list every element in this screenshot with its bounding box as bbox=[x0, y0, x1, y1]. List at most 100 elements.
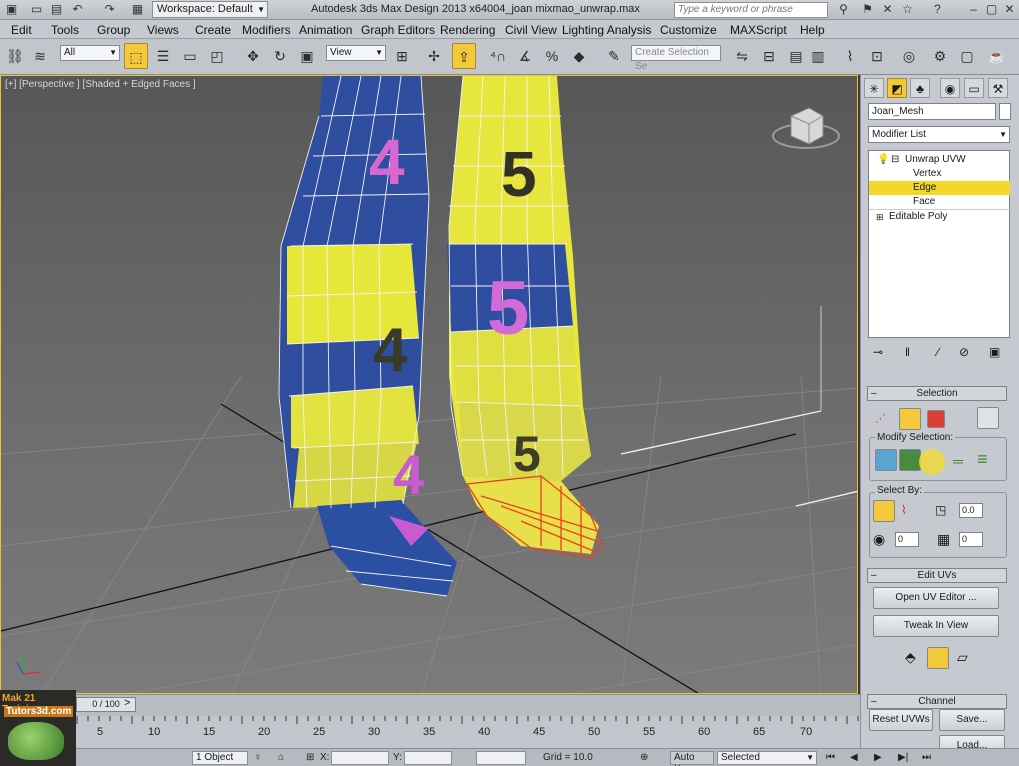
menu-help[interactable]: Help bbox=[800, 23, 825, 37]
edit-named-selection-icon[interactable]: ✎ bbox=[602, 43, 626, 69]
z-coordinate-field[interactable] bbox=[476, 751, 526, 765]
next-frame-icon[interactable]: ▶| bbox=[898, 752, 908, 763]
reset-uvws-button[interactable]: Reset UVWs bbox=[869, 709, 933, 731]
object-color-swatch[interactable] bbox=[999, 103, 1011, 120]
window-crossing-icon[interactable]: ◰ bbox=[205, 43, 229, 69]
app-menu-icon[interactable]: ▣ bbox=[4, 2, 19, 17]
material-editor-icon[interactable]: ◎ bbox=[897, 43, 921, 69]
bind-space-warp-icon[interactable]: ≋ bbox=[28, 43, 52, 69]
menu-group[interactable]: Group bbox=[97, 23, 130, 37]
go-to-start-icon[interactable]: ⏮ bbox=[826, 752, 835, 763]
next-frame-icon[interactable]: > bbox=[124, 697, 130, 709]
subscription-icon[interactable]: ⚑ bbox=[860, 2, 875, 17]
add-time-tag-icon[interactable]: ⊕ bbox=[640, 752, 648, 763]
rotate-icon[interactable]: ↻ bbox=[268, 43, 292, 69]
lightbulb-icon[interactable]: 💡 bbox=[877, 153, 889, 167]
spinner-snap-icon[interactable]: ◆ bbox=[567, 43, 591, 69]
loop-selection-icon[interactable]: ≡ bbox=[977, 449, 988, 470]
close-icon[interactable]: ✕ bbox=[1002, 2, 1017, 17]
maximize-icon[interactable]: ▢ bbox=[984, 2, 999, 17]
select-by-angle-icon[interactable]: ◳ bbox=[935, 503, 946, 517]
redo-icon[interactable]: ↷ bbox=[102, 2, 117, 17]
selection-rollout-header[interactable]: – Selection bbox=[867, 386, 1007, 401]
scale-icon[interactable]: ▣ bbox=[295, 43, 319, 69]
workspace-dropdown[interactable]: Workspace: Default ▼ bbox=[152, 1, 268, 18]
ring-selection-icon[interactable]: ═ bbox=[953, 453, 963, 469]
face-mode-icon[interactable] bbox=[927, 410, 945, 428]
quick-planar-map-icon[interactable]: ⬘ bbox=[905, 649, 916, 666]
x-coordinate-field[interactable] bbox=[331, 751, 389, 765]
key-filter-dropdown[interactable]: Selected ▼ bbox=[717, 751, 817, 765]
select-by-element-icon[interactable] bbox=[977, 407, 999, 429]
search-input[interactable]: Type a keyword or phrase bbox=[674, 2, 828, 18]
modifier-list-dropdown[interactable]: Modifier List ▼ bbox=[868, 126, 1010, 143]
percent-snap-icon[interactable]: % bbox=[540, 43, 564, 69]
layer-manager-icon[interactable]: ▤ bbox=[784, 43, 808, 69]
menu-civil-view[interactable]: Civil View bbox=[505, 23, 557, 37]
id-spinner[interactable]: 0 bbox=[959, 532, 983, 547]
pin-stack-icon[interactable]: ⊸ bbox=[873, 345, 883, 359]
lock-selection-icon[interactable]: ⌂ bbox=[278, 752, 284, 763]
rendered-frame-icon[interactable]: ▢ bbox=[955, 43, 979, 69]
select-manipulate-icon[interactable]: ✢ bbox=[422, 43, 446, 69]
reference-coordinate-dropdown[interactable]: View ▼ bbox=[326, 45, 386, 61]
render-production-icon[interactable]: ☕ bbox=[985, 43, 1009, 69]
isolate-icon[interactable]: ♀ bbox=[254, 752, 262, 763]
expand-icon[interactable]: ⊞ bbox=[876, 210, 884, 224]
angle-snap-icon[interactable]: ∡ bbox=[513, 43, 537, 69]
menu-tools[interactable]: Tools bbox=[51, 23, 79, 37]
angle-spinner[interactable]: 0.0 bbox=[959, 503, 983, 518]
stack-item-edge[interactable]: Edge bbox=[869, 181, 1010, 195]
link-icon[interactable]: ⛓ bbox=[3, 43, 27, 69]
menu-modifiers[interactable]: Modifiers bbox=[242, 23, 291, 37]
keyboard-shortcut-override-icon[interactable]: ⇪ bbox=[452, 43, 476, 69]
create-tab-icon[interactable]: ✳ bbox=[864, 78, 884, 98]
point-to-point-icon[interactable]: ⌇ bbox=[901, 503, 907, 517]
edit-uvs-rollout-header[interactable]: – Edit UVs bbox=[867, 568, 1007, 583]
planar-map-icon[interactable]: ⏥ bbox=[957, 649, 968, 666]
selection-filter-dropdown[interactable]: All ▼ bbox=[60, 45, 120, 61]
save-uvs-button[interactable]: Save... bbox=[939, 709, 1005, 731]
y-coordinate-field[interactable] bbox=[404, 751, 452, 765]
perspective-viewport[interactable]: 4 4 4 5 5 5 [+] [Perspective] [Shaded +… bbox=[0, 75, 858, 694]
minimize-icon[interactable]: – bbox=[966, 2, 981, 17]
ignore-backfacing-icon[interactable] bbox=[873, 500, 895, 522]
menu-edit[interactable]: Edit bbox=[11, 23, 32, 37]
align-icon[interactable]: ⊟ bbox=[757, 43, 781, 69]
edge-mode-icon[interactable] bbox=[899, 408, 921, 430]
menu-maxscript[interactable]: MAXScript bbox=[730, 23, 787, 37]
menu-rendering[interactable]: Rendering bbox=[440, 23, 495, 37]
snaps-toggle-icon[interactable]: ⁴∩ bbox=[486, 43, 510, 69]
previous-frame-icon[interactable]: ◀ bbox=[850, 752, 858, 763]
vertex-mode-icon[interactable]: ⋰ bbox=[875, 412, 886, 425]
shrink-selection-icon[interactable] bbox=[899, 449, 921, 471]
auto-key-button[interactable]: Auto Key bbox=[670, 751, 714, 766]
stack-item-vertex[interactable]: Vertex bbox=[869, 167, 1010, 181]
menu-views[interactable]: Views bbox=[147, 23, 179, 37]
render-setup-icon[interactable]: ⚙ bbox=[928, 43, 952, 69]
menu-create[interactable]: Create bbox=[195, 23, 231, 37]
planar-spinner[interactable]: 0 bbox=[895, 532, 919, 547]
modify-tab-icon[interactable]: ◩ bbox=[887, 78, 907, 98]
peel-mode-icon[interactable] bbox=[927, 647, 949, 669]
select-by-id-icon[interactable]: ▦ bbox=[937, 531, 950, 548]
save-icon[interactable]: ▤ bbox=[49, 2, 64, 17]
absolute-mode-icon[interactable]: ⊞ bbox=[306, 752, 314, 763]
curve-editor-icon[interactable]: ⌇ bbox=[838, 43, 862, 69]
track-bar[interactable]: 5 10 15 20 25 30 35 40 45 50 55 60 65 70 bbox=[0, 716, 860, 748]
open-uv-editor-button[interactable]: Open UV Editor ... bbox=[873, 587, 999, 609]
hold-icon[interactable]: ▦ bbox=[130, 2, 145, 17]
menu-customize[interactable]: Customize bbox=[660, 23, 717, 37]
undo-icon[interactable]: ↶ bbox=[70, 2, 85, 17]
stack-item-unwrap-uvw[interactable]: 💡 ⊟ Unwrap UVW bbox=[869, 153, 1010, 167]
display-tab-icon[interactable]: ▭ bbox=[964, 78, 984, 98]
communication-icon[interactable]: ✕ bbox=[880, 2, 895, 17]
new-file-icon[interactable]: ▭ bbox=[29, 2, 44, 17]
show-end-result-icon[interactable]: ‖ bbox=[905, 345, 910, 359]
binoculars-icon[interactable]: ⚲ bbox=[836, 2, 851, 17]
hierarchy-tab-icon[interactable]: ♣ bbox=[910, 78, 930, 98]
pivot-center-icon[interactable]: ⊞ bbox=[390, 43, 414, 69]
channel-rollout-header[interactable]: – Channel bbox=[867, 694, 1007, 709]
grow-selection-icon[interactable] bbox=[875, 449, 897, 471]
tweak-in-view-button[interactable]: Tweak In View bbox=[873, 615, 999, 637]
